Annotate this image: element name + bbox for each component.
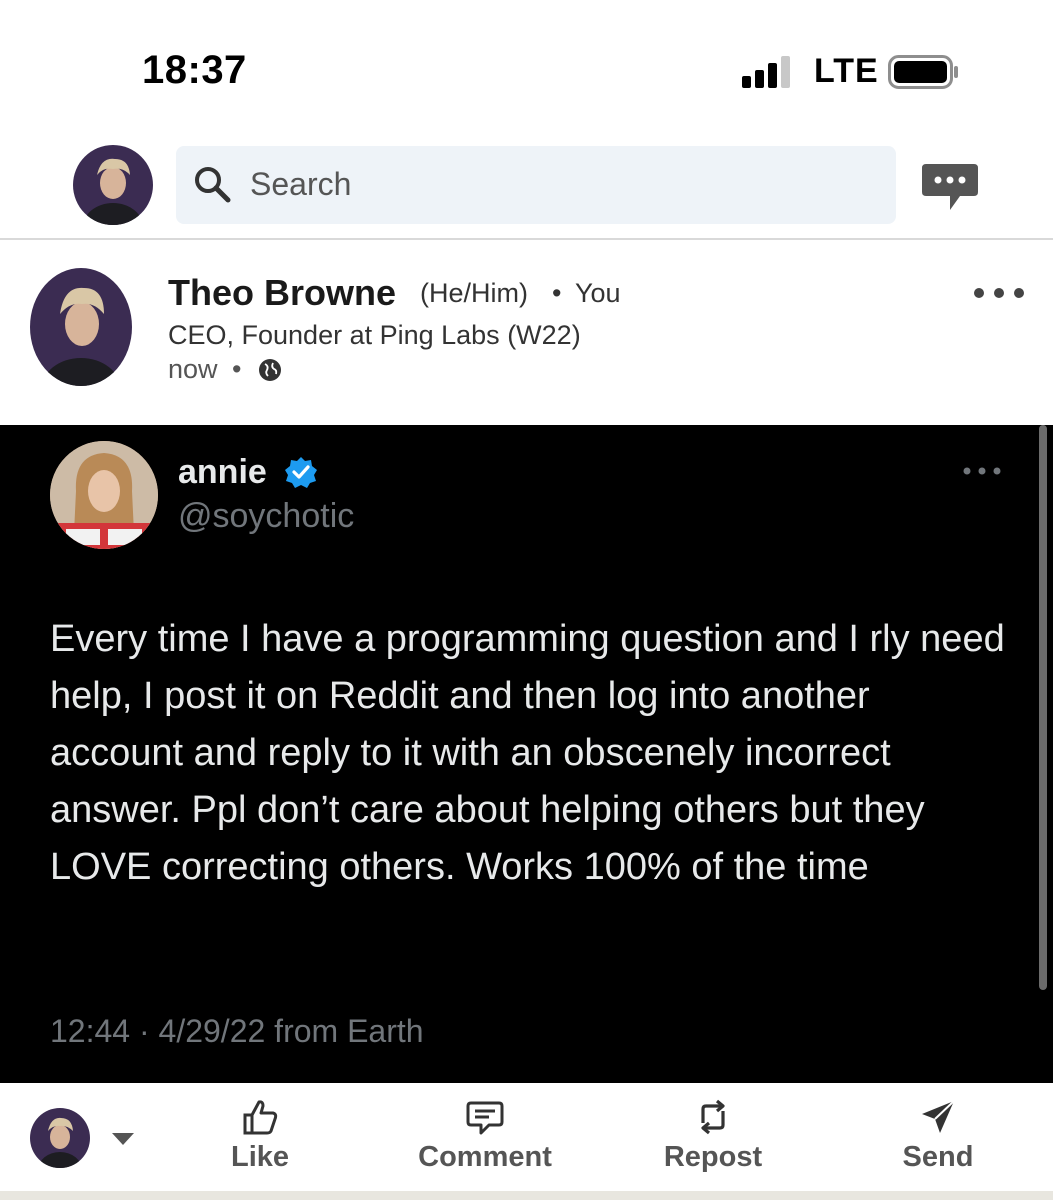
scrollbar[interactable]	[1039, 425, 1047, 990]
author-name[interactable]: Theo Browne	[168, 272, 396, 314]
tweet-timestamp: 12:44 · 4/29/22 from Earth	[50, 1013, 424, 1049]
comment-icon	[466, 1101, 504, 1135]
send-button[interactable]: Send	[895, 1097, 981, 1174]
status-bar: 18:37 LTE	[0, 0, 1053, 130]
repost-button[interactable]: Repost	[655, 1097, 771, 1174]
avatar-image	[73, 145, 153, 225]
verified-badge-icon	[285, 457, 317, 488]
battery-icon	[888, 55, 958, 89]
actor-avatar[interactable]	[30, 1108, 90, 1168]
separator-dot: •	[552, 278, 562, 308]
author-headline: CEO, Founder at Ping Labs (W22)	[168, 320, 581, 350]
author-avatar[interactable]	[30, 268, 132, 386]
repost-icon	[701, 1099, 725, 1135]
tweet-image[interactable]: annie @soychotic Every time I have a pro…	[0, 425, 1053, 1083]
tweet-body: Every time I have a programming question…	[50, 618, 1005, 888]
network-type: LTE	[814, 52, 879, 90]
tweet-avatar	[50, 441, 158, 549]
like-label: Like	[230, 1141, 290, 1173]
author-avatar-image	[30, 268, 132, 386]
post-header: Theo Browne (He/Him) • You CEO, Founder …	[0, 242, 1053, 425]
tweet-avatar-image	[50, 441, 158, 549]
search-bar[interactable]: Search	[176, 146, 896, 224]
app-header: Search	[0, 130, 1053, 240]
send-label: Send	[902, 1141, 974, 1173]
thumbs-up-icon	[243, 1100, 278, 1135]
status-time: 18:37	[142, 48, 247, 92]
author-pronouns: (He/Him)	[420, 278, 528, 308]
tweet-more-icon	[963, 467, 1001, 475]
author-relation: You	[575, 278, 621, 308]
actor-avatar-image	[30, 1108, 90, 1168]
send-icon	[922, 1100, 955, 1133]
like-button[interactable]: Like	[215, 1097, 305, 1174]
search-placeholder: Search	[250, 166, 352, 202]
signal-icon	[742, 54, 798, 88]
comment-button[interactable]: Comment	[410, 1097, 560, 1174]
profile-avatar[interactable]	[73, 145, 153, 225]
repost-label: Repost	[663, 1141, 763, 1173]
more-options-icon[interactable]	[972, 286, 1026, 300]
comment-label: Comment	[418, 1141, 552, 1173]
messaging-icon[interactable]	[920, 160, 980, 214]
post-timestamp: now	[168, 354, 218, 384]
globe-icon	[259, 359, 281, 381]
tweet-author-handle: @soychotic	[178, 497, 355, 535]
chevron-down-icon[interactable]	[110, 1131, 136, 1147]
tweet-author-name: annie	[178, 453, 267, 491]
bottom-edge	[0, 1191, 1053, 1200]
search-icon	[195, 167, 231, 203]
timestamp-separator: •	[232, 354, 242, 384]
post-action-bar: Like Comment Repost Send	[0, 1083, 1053, 1191]
